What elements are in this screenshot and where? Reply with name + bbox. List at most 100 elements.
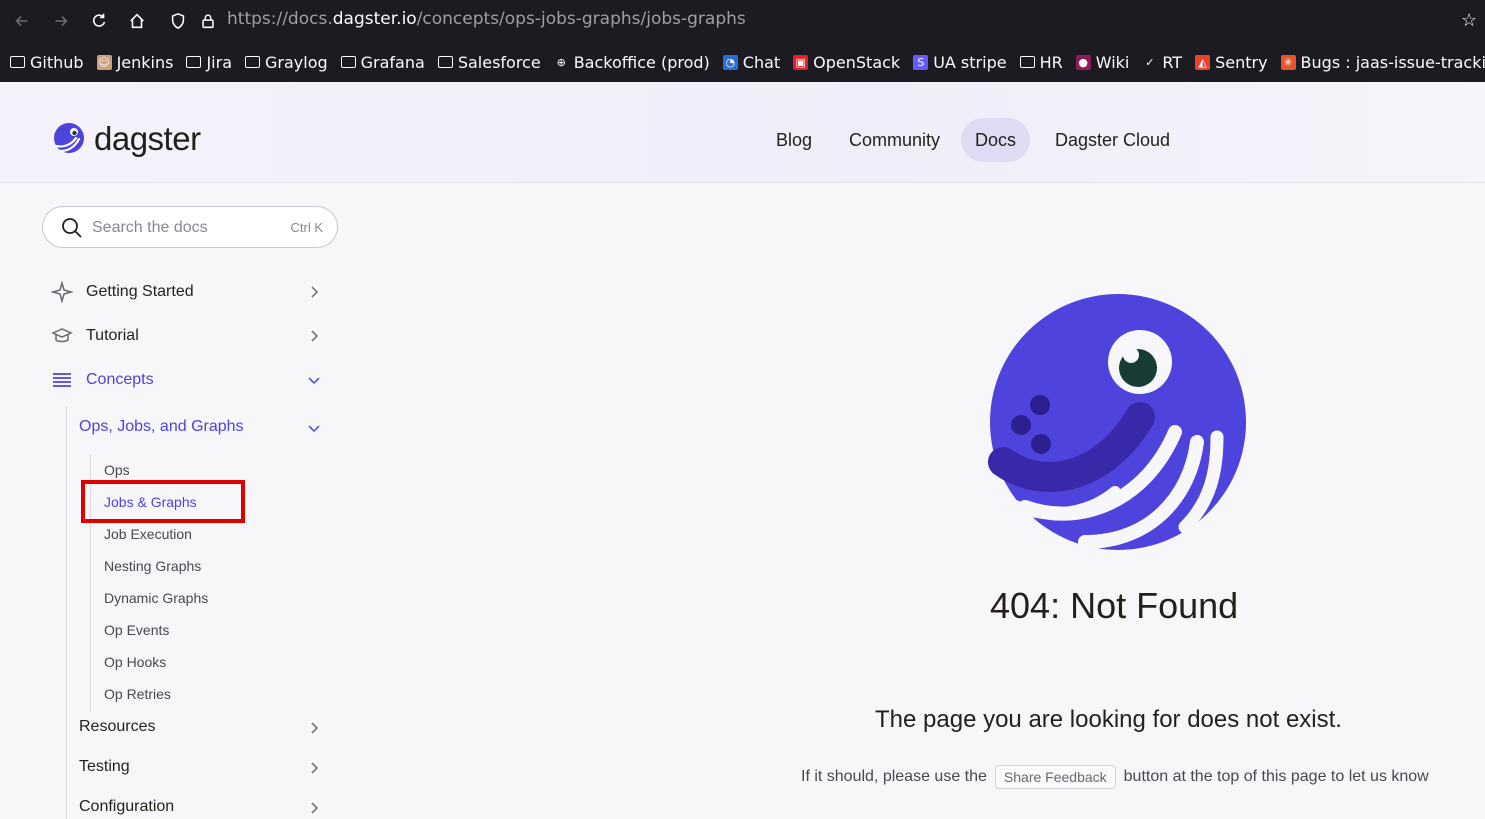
bookmark-label: RT [1162,52,1183,72]
folder-icon [245,56,260,68]
bookmark-item[interactable]: HR [1019,52,1063,72]
chevron-right-icon[interactable] [307,801,321,815]
back-button[interactable] [9,8,35,34]
search-docs-box[interactable]: Search the docs Ctrl K [42,206,338,248]
hint-after: button at the top of this page to let us… [1123,768,1429,785]
nav-community[interactable]: Community [835,118,954,162]
globe-icon: ⊕ [556,55,566,69]
openstack-icon: ▣ [793,54,809,70]
chevron-down-icon[interactable] [307,373,321,387]
bookmark-item[interactable]: ▣ OpenStack [793,53,900,72]
highlight-box [81,480,245,523]
bookmark-item[interactable]: ● Wiki [1075,52,1130,72]
bookmark-label: Wiki [1095,52,1130,72]
dagster-mascot-image [988,294,1246,550]
chevron-right-icon[interactable] [307,329,321,343]
bookmark-label: Github [30,52,84,72]
bookmark-label: HR [1039,52,1063,72]
concepts-tree-line [66,407,67,819]
sparkle-icon [51,281,73,303]
tracking-protection-button[interactable] [165,8,191,34]
dagster-logo-icon [54,123,84,153]
chat-icon: ◔ [722,54,738,70]
bookmark-label: Chat [742,52,781,72]
url-field[interactable]: https://docs.dagster.io/concepts/ops-job… [227,9,746,29]
sidebar-sub-item-dynamic-graphs[interactable]: Dynamic Graphs [104,590,208,606]
bookmark-item[interactable]: Grafana [340,52,425,72]
folder-icon [186,56,202,68]
sidebar-item-ops-jobs-graphs[interactable]: Ops, Jobs, and Graphs [79,418,244,436]
sidebar-sub-item-op-events[interactable]: Op Events [104,622,169,638]
bookmark-label: Backoffice (prod) [573,52,710,72]
sidebar-item-label: Configuration [79,798,175,815]
bookmark-item[interactable]: ◔ Chat [722,52,781,72]
bookmark-item[interactable]: Salesforce [437,53,541,72]
sidebar-sub-item-op-retries[interactable]: Op Retries [104,686,171,702]
error-title: 404: Not Found [990,585,1239,626]
dagster-logo[interactable]: dagster [52,120,201,158]
sentry-icon: ◭ [1195,54,1211,70]
sidebar-sub-item-nesting-graphs[interactable]: Nesting Graphs [104,558,201,574]
wiki-icon: ● [1075,54,1091,70]
nav-docs[interactable]: Docs [961,118,1031,162]
error-message: The page you are looking for does not ex… [875,706,1342,733]
forward-button[interactable] [48,8,74,34]
reload-button[interactable] [86,8,112,34]
bookmark-item[interactable]: ◭ Sentry [1195,53,1268,72]
bookmark-item[interactable]: Graylog [245,53,328,72]
bookmark-label: OpenStack [813,52,901,72]
sidebar-item-label: Testing [79,758,130,775]
site-info-button[interactable] [195,8,221,34]
bookmark-label: Grafana [360,52,425,72]
search-shortcut: Ctrl K [290,220,324,235]
bookmark-item[interactable]: ✓ RT [1142,53,1182,72]
sidebar-sub-item-job-execution[interactable]: Job Execution [104,526,192,542]
bookmark-label: Bugs : jaas-issue-tracking [1300,52,1485,72]
home-button[interactable] [124,8,150,34]
browser-toolbar: https://docs.dagster.io/concepts/ops-job… [0,0,1485,42]
sidebar-sub-item-op-hooks[interactable]: Op Hooks [104,654,166,670]
bookmark-label: Jenkins [116,52,174,72]
site-header: dagster Blog Community Docs Dagster Clou… [0,82,1485,183]
sidebar-item-label: Tutorial [86,327,139,344]
chevron-right-icon[interactable] [307,285,321,299]
folder-icon [1019,56,1035,68]
sidebar-item-concepts[interactable]: Concepts [51,369,154,391]
sidebar-item-getting-started[interactable]: Getting Started [51,281,194,303]
arrow-left-icon [15,15,28,27]
nav-blog[interactable]: Blog [762,118,826,162]
bookmark-item[interactable]: ⊕ Backoffice (prod) [554,53,710,72]
sidebar-item-testing[interactable]: Testing [79,758,130,776]
search-placeholder: Search the docs [92,219,208,236]
bookmark-item[interactable]: ✳Bugs : jaas-issue-tracking [1280,52,1485,72]
arrow-right-icon [55,15,68,27]
bookmark-item[interactable]: Jira [186,53,232,72]
chevron-down-icon[interactable] [307,421,321,435]
bookmarks-bar: Github ☺ Jenkins Jira Graylog Grafana Salesfor… [0,42,1485,82]
jenkins-icon: ☺ [96,54,112,70]
sidebar-item-resources[interactable]: Resources [79,718,155,736]
reload-icon [93,13,106,27]
bookmark-item[interactable]: ☺ Jenkins [96,52,174,72]
sidebar-item-label: Getting Started [86,283,194,300]
bookmark-item[interactable]: S UA stripe [913,53,1007,72]
url-prefix: https://docs. [227,9,333,29]
bookmark-item[interactable]: Github [10,53,84,72]
lock-icon [202,14,214,29]
folder-icon [10,56,25,68]
chevron-right-icon[interactable] [307,761,321,775]
sidebar-item-tutorial[interactable]: Tutorial [51,325,139,347]
nav-dagster-cloud[interactable]: Dagster Cloud [1041,118,1184,162]
logo-text: dagster [94,120,201,157]
chevron-right-icon[interactable] [307,721,321,735]
list-icon [51,369,73,391]
sidebar-item-configuration[interactable]: Configuration [79,798,174,816]
sidebar-item-label: Concepts [86,371,154,388]
home-icon [130,13,144,29]
sidebar-sub-item-ops[interactable]: Ops [104,462,130,478]
bookmark-label: Jira [206,52,232,72]
hint-before: If it should, please use the [801,768,987,785]
shield-icon [171,12,185,30]
bookmark-star-icon[interactable]: ☆ [1461,10,1477,31]
share-feedback-button[interactable]: Share Feedback [994,765,1116,789]
